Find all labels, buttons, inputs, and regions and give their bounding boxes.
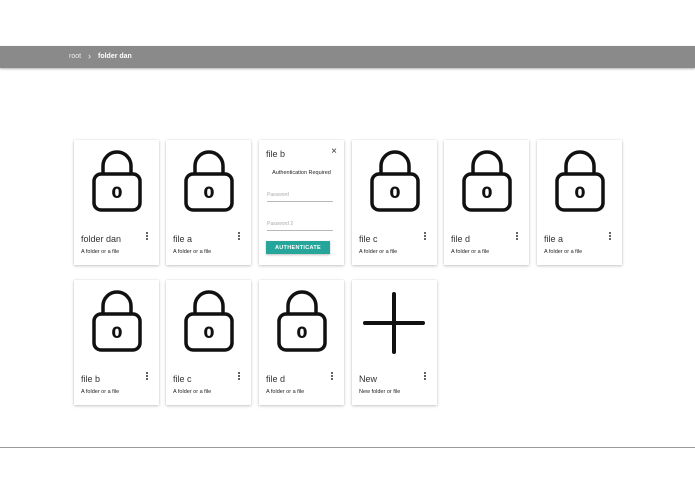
card-subtitle: A folder or a file [81,389,120,395]
lock-icon: 0 [462,150,512,212]
app-window: root › folder dan 0 folder dan A folder … [0,0,695,448]
card-subtitle: A folder or a file [173,249,212,255]
more-vert-icon[interactable] [236,232,242,242]
card-subtitle: A folder or a file [266,389,305,395]
card-subtitle: A folder or a file [451,249,490,255]
lock-icon: 0 [555,150,605,212]
card-title: New [359,374,378,384]
more-vert-icon[interactable] [607,232,613,242]
breadcrumb-current: folder dan [98,53,132,60]
plus-icon [363,292,425,354]
more-vert-icon[interactable] [422,232,428,242]
card-subtitle: A folder or a file [81,249,120,255]
card-subtitle: A folder or a file [173,389,212,395]
lock-digit: 0 [296,323,307,342]
card-title: file c [173,374,192,384]
card-file-c[interactable]: 0 file c A folder or a file [352,140,437,265]
auth-message: Authentication Required [272,170,331,176]
lock-digit: 0 [481,183,492,202]
card-new[interactable]: New New folder or file [352,280,437,405]
card-title: file d [266,374,286,384]
lock-digit: 0 [203,183,214,202]
card-file-d-2[interactable]: 0 file d A folder or a file [259,280,344,405]
more-vert-icon[interactable] [329,372,335,382]
lock-digit: 0 [389,183,400,202]
auth-card-title: file b [266,149,286,159]
card-folder-dan[interactable]: 0 folder dan A folder or a file [74,140,159,265]
card-file-d[interactable]: 0 file d A folder or a file [444,140,529,265]
breadcrumb-root-link[interactable]: root [69,46,81,68]
breadcrumb: root › folder dan [0,46,695,68]
card-file-c-2[interactable]: 0 file c A folder or a file [166,280,251,405]
card-title: file a [544,234,564,244]
authenticate-button[interactable]: AUTHENTICATE [266,241,330,254]
card-title: folder dan [81,234,122,244]
lock-icon: 0 [92,290,142,352]
lock-icon: 0 [184,150,234,212]
lock-icon: 0 [277,290,327,352]
card-file-b[interactable]: 0 file b A folder or a file [74,280,159,405]
lock-digit: 0 [111,323,122,342]
card-title: file a [173,234,193,244]
card-title: file c [359,234,378,244]
card-title: file b [81,374,101,384]
card-title: file d [451,234,471,244]
more-vert-icon[interactable] [236,372,242,382]
lock-icon: 0 [92,150,142,212]
password-field[interactable] [267,188,333,202]
more-vert-icon[interactable] [144,372,150,382]
lock-digit: 0 [574,183,585,202]
card-subtitle: A folder or a file [359,249,398,255]
card-file-a-2[interactable]: 0 file a A folder or a file [537,140,622,265]
lock-icon: 0 [184,290,234,352]
card-subtitle: New folder or file [359,389,401,395]
more-vert-icon[interactable] [514,232,520,242]
more-vert-icon[interactable] [144,232,150,242]
more-vert-icon[interactable] [422,372,428,382]
close-icon[interactable]: × [331,145,337,159]
lock-digit: 0 [111,183,122,202]
lock-digit: 0 [203,323,214,342]
password-2-field[interactable] [267,217,333,231]
lock-icon: 0 [370,150,420,212]
card-file-a[interactable]: 0 file a A folder or a file [166,140,251,265]
auth-card-file-b: file b × Authentication Required AUTHENT… [259,140,344,265]
card-subtitle: A folder or a file [544,249,583,255]
chevron-right-icon: › [88,51,91,61]
